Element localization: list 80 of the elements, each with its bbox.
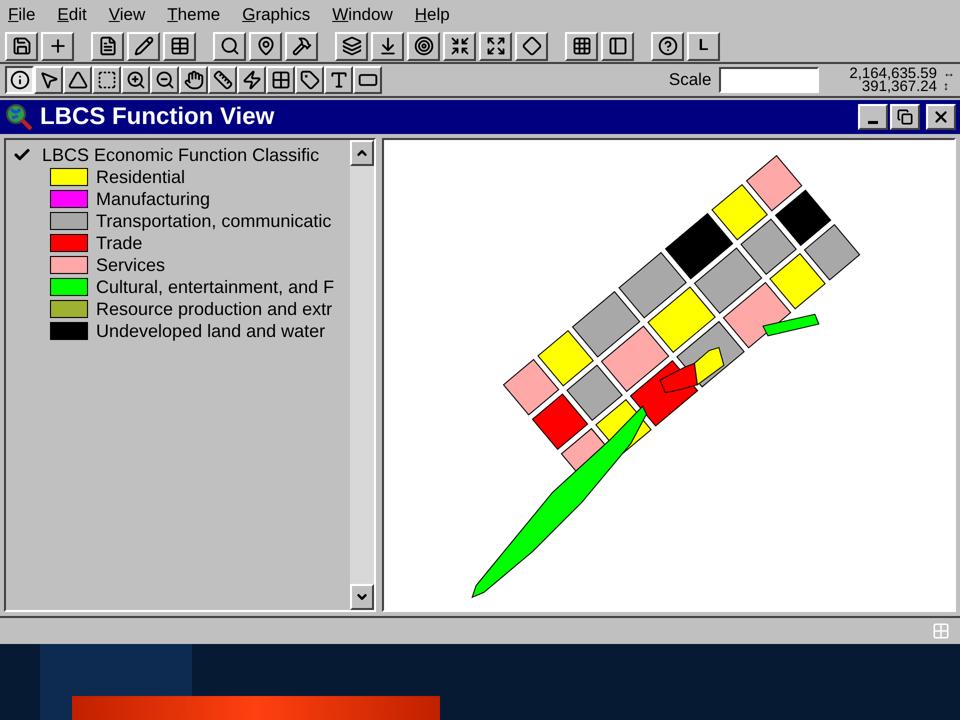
pin-icon bbox=[256, 36, 276, 56]
menu-item[interactable]: View bbox=[108, 2, 146, 28]
scale-field[interactable] bbox=[719, 67, 820, 93]
legend-label: Resource production and extr bbox=[96, 298, 332, 321]
legend-label: Residential bbox=[96, 166, 186, 188]
target-icon bbox=[414, 36, 434, 56]
lightning-icon bbox=[242, 70, 262, 90]
pointer-icon bbox=[38, 70, 58, 90]
menu-item[interactable]: Edit bbox=[57, 2, 87, 28]
help-icon bbox=[658, 36, 678, 56]
globe-magnifier-icon bbox=[4, 103, 34, 131]
toolbar-button[interactable] bbox=[91, 32, 124, 60]
toolbar-button[interactable] bbox=[285, 32, 318, 60]
text-icon bbox=[328, 70, 348, 90]
zoom-out-icon bbox=[154, 70, 174, 90]
toolbar-button[interactable] bbox=[479, 32, 512, 60]
expand-arrows-icon bbox=[486, 36, 506, 56]
toolbar-button[interactable] bbox=[5, 32, 38, 60]
info-icon bbox=[10, 70, 30, 90]
tag-icon bbox=[300, 70, 320, 90]
grid-icon bbox=[270, 70, 290, 90]
menu-item[interactable]: Help bbox=[414, 2, 450, 28]
legend-label: Transportation, communicatic bbox=[96, 210, 332, 233]
toolbar-button[interactable] bbox=[371, 32, 404, 60]
document-icon bbox=[98, 36, 118, 56]
toolbar-button[interactable] bbox=[41, 32, 74, 60]
menu-item[interactable]: Window bbox=[332, 2, 393, 28]
legend-label: Trade bbox=[96, 232, 142, 254]
pencil-icon bbox=[134, 36, 154, 56]
scroll-down-button[interactable] bbox=[350, 584, 374, 610]
toolbar-button[interactable] bbox=[407, 32, 440, 60]
toolbar-button[interactable] bbox=[127, 32, 160, 60]
toolbar-button[interactable] bbox=[249, 32, 282, 60]
hammer-icon bbox=[292, 36, 312, 56]
shrink-arrows-icon bbox=[450, 36, 470, 56]
map-canvas[interactable] bbox=[382, 138, 956, 612]
ruler-icon bbox=[212, 70, 232, 90]
search-icon bbox=[220, 36, 240, 56]
toolbar-button[interactable]: L bbox=[687, 32, 720, 60]
vertical-arrow-icon: ↕ bbox=[943, 80, 955, 93]
menu-item[interactable]: Graphics bbox=[242, 2, 310, 28]
tool-button[interactable] bbox=[5, 66, 34, 94]
legend-label: Undeveloped land and water bbox=[96, 320, 326, 343]
grid-icon bbox=[572, 36, 592, 56]
zoom-in-icon bbox=[126, 70, 146, 90]
legend-label: Manufacturing bbox=[96, 188, 210, 211]
close-button[interactable] bbox=[926, 104, 956, 130]
menu-item[interactable]: Theme bbox=[167, 2, 220, 28]
layers-icon bbox=[342, 36, 362, 56]
legend-label: Services bbox=[96, 254, 166, 276]
dashed-square-icon bbox=[96, 70, 116, 90]
toolbar-button[interactable] bbox=[163, 32, 196, 60]
table-icon bbox=[170, 36, 190, 56]
horizontal-arrow-icon: ↔ bbox=[943, 67, 955, 80]
toolbar-button[interactable] bbox=[443, 32, 476, 60]
scale-label: Scale bbox=[668, 69, 712, 92]
scroll-up-button[interactable] bbox=[350, 140, 374, 166]
triangle-icon bbox=[68, 70, 88, 90]
legend-label: Cultural, entertainment, and F bbox=[96, 276, 334, 298]
menu-item[interactable]: File bbox=[8, 2, 36, 28]
scrollbar-track[interactable] bbox=[350, 140, 374, 610]
toolbar-button[interactable] bbox=[335, 32, 368, 60]
toolbar-button[interactable] bbox=[213, 32, 246, 60]
restore-button[interactable] bbox=[890, 104, 920, 130]
y-coordinate: 391,367.24 bbox=[862, 80, 937, 93]
save-icon bbox=[12, 36, 32, 56]
resize-grip-icon bbox=[932, 622, 950, 640]
toolbar-button[interactable] bbox=[601, 32, 634, 60]
minimize-icon bbox=[868, 120, 878, 124]
hand-icon bbox=[184, 70, 204, 90]
restore-icon bbox=[897, 109, 913, 125]
minimize-button[interactable] bbox=[858, 104, 888, 130]
toolbar-button[interactable] bbox=[515, 32, 548, 60]
panel-icon bbox=[608, 36, 628, 56]
theme-name: LBCS Economic Function Classific bbox=[42, 144, 320, 166]
x-coordinate: 2,164,635.59 bbox=[849, 67, 937, 80]
toolbar-button[interactable] bbox=[565, 32, 598, 60]
toolbar-button[interactable] bbox=[651, 32, 684, 60]
window-title: LBCS Function View bbox=[40, 102, 274, 132]
diamond-icon bbox=[522, 36, 542, 56]
